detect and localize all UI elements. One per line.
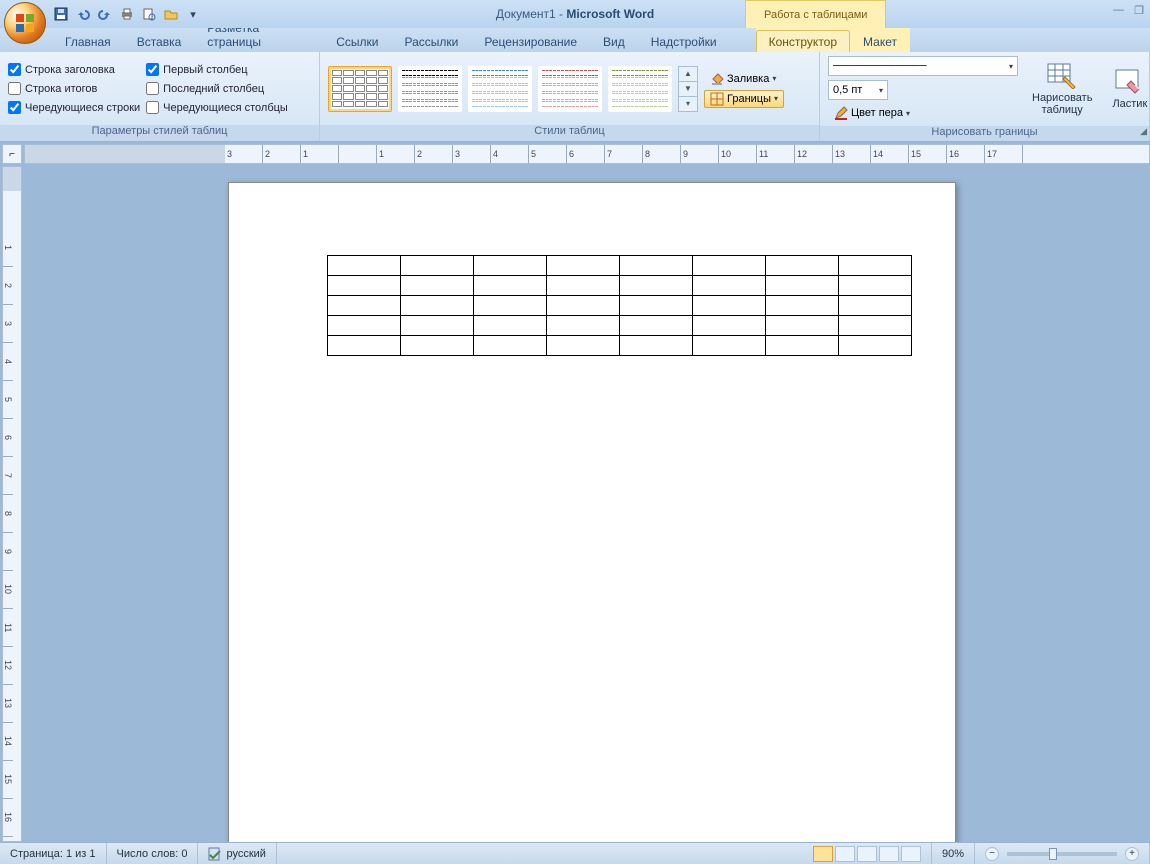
eraser-button[interactable]: Ластик xyxy=(1106,66,1150,112)
document-name: Документ1 xyxy=(496,7,556,21)
qat-more-icon[interactable]: ▾ xyxy=(184,5,202,23)
tab-home[interactable]: Главная xyxy=(52,30,124,52)
gallery-more[interactable]: ▾ xyxy=(679,97,697,111)
document-table[interactable] xyxy=(327,255,912,356)
view-web-layout[interactable] xyxy=(857,846,877,862)
horizontal-ruler[interactable]: 3211234567891011121314151617 xyxy=(24,144,1150,164)
minimize-button[interactable]: — xyxy=(1113,4,1124,17)
ribbon-tabs: Главная Вставка Разметка страницы Ссылки… xyxy=(0,28,1150,52)
status-zoom[interactable]: 90% xyxy=(932,843,975,864)
zoom-out-button[interactable]: − xyxy=(985,847,999,861)
redo-icon[interactable] xyxy=(96,5,114,23)
chk-last-column[interactable]: Последний столбец xyxy=(146,82,288,95)
group-draw-borders: ────────────▾ 0,5 пт▾ Цвет пера▾ Нарисов… xyxy=(820,52,1150,141)
chk-total-row[interactable]: Строка итогов xyxy=(8,82,140,95)
undo-icon[interactable] xyxy=(74,5,92,23)
print-icon[interactable] xyxy=(118,5,136,23)
table-style-5[interactable] xyxy=(608,66,672,112)
table-style-4[interactable] xyxy=(538,66,602,112)
status-bar: Страница: 1 из 1 Число слов: 0 русский 9… xyxy=(0,842,1150,864)
pen-color-button[interactable]: Цвет пера▾ xyxy=(828,104,1018,122)
tab-references[interactable]: Ссылки xyxy=(323,30,391,52)
group-table-styles: ▲ ▼ ▾ Заливка▾ Границы▾ Стили таблиц xyxy=(320,52,820,141)
chk-banded-rows[interactable]: Чередующиеся строки xyxy=(8,101,140,114)
tab-selector[interactable]: ⌐ xyxy=(2,144,22,164)
open-icon[interactable] xyxy=(162,5,180,23)
ribbon: Строка заголовка Строка итогов Чередующи… xyxy=(0,52,1150,142)
draw-table-button[interactable]: Нарисовать таблицу xyxy=(1026,60,1098,118)
status-language[interactable]: русский xyxy=(198,843,276,864)
view-print-layout[interactable] xyxy=(813,846,833,862)
gallery-down[interactable]: ▼ xyxy=(679,82,697,97)
status-page[interactable]: Страница: 1 из 1 xyxy=(0,843,107,864)
view-outline[interactable] xyxy=(879,846,899,862)
save-icon[interactable] xyxy=(52,5,70,23)
borders-button[interactable]: Границы▾ xyxy=(704,90,784,108)
tab-insert[interactable]: Вставка xyxy=(124,30,195,52)
pen-icon xyxy=(834,106,848,120)
tab-view[interactable]: Вид xyxy=(590,30,638,52)
zoom-slider[interactable] xyxy=(1007,852,1117,856)
gallery-scroll: ▲ ▼ ▾ xyxy=(678,66,698,112)
app-name: Microsoft Word xyxy=(566,7,654,21)
tab-layout[interactable]: Макет xyxy=(850,30,910,52)
title-bar: ▾ Документ1 - Microsoft Word Работа с та… xyxy=(0,0,1150,28)
group-caption-draw: Нарисовать границы◢ xyxy=(820,126,1149,141)
view-full-screen[interactable] xyxy=(835,846,855,862)
eraser-icon xyxy=(1114,68,1146,96)
dialog-launcher[interactable]: ◢ xyxy=(1140,126,1147,137)
table-style-2[interactable] xyxy=(398,66,462,112)
view-draft[interactable] xyxy=(901,846,921,862)
chk-first-column[interactable]: Первый столбец xyxy=(146,63,288,76)
tab-design[interactable]: Конструктор xyxy=(756,30,850,52)
shading-button[interactable]: Заливка▾ xyxy=(704,70,784,88)
bucket-icon xyxy=(710,72,724,86)
line-style-combo[interactable]: ────────────▾ xyxy=(828,56,1018,76)
group-caption-options: Параметры стилей таблиц xyxy=(0,125,319,141)
chk-banded-columns[interactable]: Чередующиеся столбцы xyxy=(146,101,288,114)
group-table-style-options: Строка заголовка Строка итогов Чередующи… xyxy=(0,52,320,141)
vertical-ruler[interactable]: 1234567891011121314151617 xyxy=(2,166,22,842)
spellcheck-icon xyxy=(208,847,222,861)
table-style-3[interactable] xyxy=(468,66,532,112)
zoom-in-button[interactable]: + xyxy=(1125,847,1139,861)
tab-review[interactable]: Рецензирование xyxy=(471,30,590,52)
gallery-up[interactable]: ▲ xyxy=(679,67,697,82)
group-caption-styles: Стили таблиц xyxy=(320,125,819,141)
document-area: ⌐ 3211234567891011121314151617 123456789… xyxy=(0,142,1150,842)
quick-access-toolbar: ▾ xyxy=(52,5,202,23)
table-style-1[interactable] xyxy=(328,66,392,112)
restore-button[interactable]: ❐ xyxy=(1134,4,1144,17)
tab-addins[interactable]: Надстройки xyxy=(638,30,730,52)
chk-header-row[interactable]: Строка заголовка xyxy=(8,63,140,76)
line-weight-combo[interactable]: 0,5 пт▾ xyxy=(828,80,888,100)
office-button[interactable] xyxy=(4,2,46,44)
draw-table-icon xyxy=(1046,62,1078,90)
contextual-tab-header: Работа с таблицами xyxy=(745,0,886,28)
document-page[interactable] xyxy=(228,182,956,842)
tab-mailings[interactable]: Рассылки xyxy=(392,30,472,52)
borders-icon xyxy=(710,92,724,106)
status-word-count[interactable]: Число слов: 0 xyxy=(107,843,199,864)
print-preview-icon[interactable] xyxy=(140,5,158,23)
